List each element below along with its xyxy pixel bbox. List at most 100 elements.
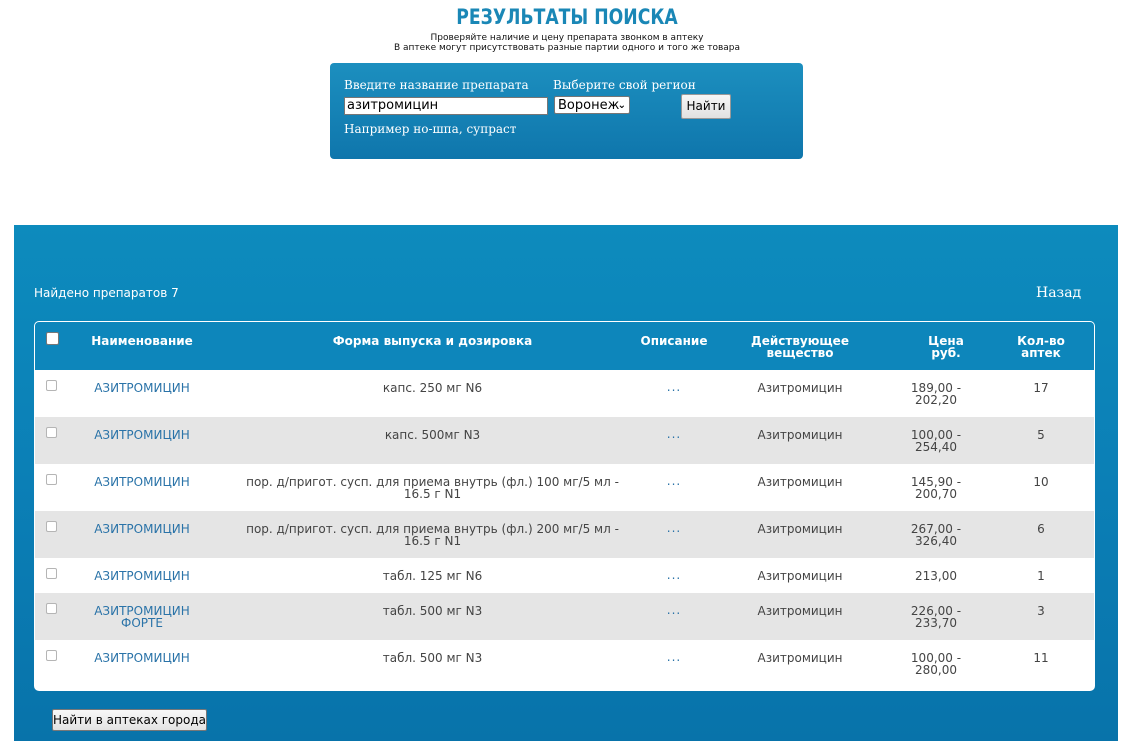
column-substance: Действующее вещество (735, 335, 865, 359)
table-row: АЗИТРОМИЦИН ФОРТЕ табл. 500 мг N3 ... Аз… (35, 593, 1094, 640)
column-form: Форма выпуска и дозировка (332, 334, 533, 348)
drug-name-link[interactable]: АЗИТРОМИЦИН (79, 652, 205, 664)
pharmacy-count: 6 (1037, 522, 1045, 536)
active-substance: Азитромицин (757, 381, 843, 395)
table-row: АЗИТРОМИЦИН капс. 500мг N3 ... Азитромиц… (35, 417, 1094, 464)
description-link[interactable]: ... (633, 428, 715, 440)
row-checkbox[interactable] (46, 603, 57, 614)
description-link[interactable]: ... (633, 569, 715, 581)
release-form-line2: 16.5 г N1 (403, 487, 462, 501)
page-title: РЕЗУЛЬТАТЫ ПОИСКА (456, 5, 678, 29)
description-link[interactable]: ... (633, 381, 715, 393)
release-form: табл. 500 мг N3 (225, 605, 640, 617)
price-max: 200,70 (915, 487, 957, 501)
table-row: АЗИТРОМИЦИН табл. 125 мг N6 ... Азитроми… (35, 558, 1094, 593)
row-checkbox[interactable] (46, 380, 57, 391)
release-form-line1: капс. 250 мг N6 (382, 381, 483, 395)
region-select[interactable]: Воронеж ⌄ (554, 96, 630, 114)
price-max: 326,40 (915, 534, 957, 548)
column-substance-line2: вещество (766, 346, 834, 360)
active-substance: Азитромицин (757, 475, 843, 489)
table-row: АЗИТРОМИЦИН пор. д/пригот. сусп. для при… (35, 511, 1094, 558)
price-max: 233,70 (915, 616, 957, 630)
drug-name: АЗИТРОМИЦИН (94, 475, 190, 489)
price-range: 189,00 - 202,20 (893, 382, 979, 406)
select-all-checkbox[interactable] (46, 332, 59, 345)
active-substance: Азитромицин (757, 569, 843, 583)
release-form-line1: табл. 500 мг N3 (382, 651, 483, 665)
release-form-line1: табл. 125 мг N6 (382, 569, 483, 583)
pharmacy-count: 1 (1037, 569, 1045, 583)
description-link[interactable]: ... (633, 604, 715, 616)
table-row: АЗИТРОМИЦИН пор. д/пригот. сусп. для при… (35, 464, 1094, 511)
pharmacy-count: 17 (1033, 381, 1049, 395)
found-count: Найдено препаратов 7 (34, 286, 179, 300)
column-pharmacy-count: Кол-во аптек (1005, 335, 1077, 359)
release-form: пор. д/пригот. сусп. для приема внутрь (… (225, 476, 640, 500)
region-select-value: Воронеж (558, 98, 620, 113)
drug-name: АЗИТРОМИЦИН (94, 522, 190, 536)
drug-name-link[interactable]: АЗИТРОМИЦИН (79, 523, 205, 535)
drug-name-link[interactable]: АЗИТРОМИЦИН (79, 429, 205, 441)
drug-name: АЗИТРОМИЦИН (94, 381, 190, 395)
row-checkbox[interactable] (46, 650, 57, 661)
price-max: 202,20 (915, 393, 957, 407)
pharmacy-count: 5 (1037, 428, 1045, 442)
drug-name-link[interactable]: АЗИТРОМИЦИН ФОРТЕ (79, 605, 205, 629)
table-header: Наименование Форма выпуска и дозировка О… (35, 322, 1094, 370)
release-form-line1: капс. 500мг N3 (384, 428, 481, 442)
release-form: пор. д/пригот. сусп. для приема внутрь (… (225, 523, 640, 547)
results-section: Найдено препаратов 7 Назад Наименование … (14, 225, 1118, 741)
price-min: 213,00 (915, 569, 957, 583)
results-table: Наименование Форма выпуска и дозировка О… (34, 321, 1095, 691)
drug-name-link[interactable]: АЗИТРОМИЦИН (79, 570, 205, 582)
price-range: 145,90 - 200,70 (893, 476, 979, 500)
drug-name: АЗИТРОМИЦИН (94, 428, 190, 442)
search-panel: Введите название препарата Выберите свой… (330, 63, 803, 159)
release-form-line2: 16.5 г N1 (403, 534, 462, 548)
pharmacy-count: 11 (1033, 651, 1049, 665)
row-checkbox[interactable] (46, 427, 57, 438)
search-button[interactable]: Найти (681, 94, 731, 119)
row-checkbox[interactable] (46, 474, 57, 485)
row-checkbox[interactable] (46, 521, 57, 532)
table-row: АЗИТРОМИЦИН табл. 500 мг N3 ... Азитроми… (35, 640, 1094, 690)
table-body: АЗИТРОМИЦИН капс. 250 мг N6 ... Азитроми… (35, 370, 1094, 690)
price-range: 213,00 (893, 570, 979, 582)
page: РЕЗУЛЬТАТЫ ПОИСКА Проверяйте наличие и ц… (0, 0, 1134, 741)
drug-name: АЗИТРОМИЦИН (94, 651, 190, 665)
release-form: капс. 500мг N3 (225, 429, 640, 441)
region-label: Выберите свой регион (553, 78, 696, 92)
description-link[interactable]: ... (633, 475, 715, 487)
column-name: Наименование (91, 334, 193, 348)
pharmacy-count: 3 (1037, 604, 1045, 618)
drug-name: АЗИТРОМИЦИН (94, 569, 190, 583)
back-link[interactable]: Назад (1036, 285, 1081, 301)
release-form: капс. 250 мг N6 (225, 382, 640, 394)
price-range: 226,00 - 233,70 (893, 605, 979, 629)
row-checkbox[interactable] (46, 568, 57, 579)
drug-name-link[interactable]: АЗИТРОМИЦИН (79, 476, 205, 488)
chevron-down-icon: ⌄ (617, 100, 626, 111)
release-form: табл. 500 мг N3 (225, 652, 640, 664)
column-count-line2: аптек (1021, 346, 1061, 360)
description-link[interactable]: ... (633, 522, 715, 534)
price-range: 100,00 - 254,40 (893, 429, 979, 453)
active-substance: Азитромицин (757, 428, 843, 442)
price-range: 267,00 - 326,40 (893, 523, 979, 547)
price-max: 254,40 (915, 440, 957, 454)
active-substance: Азитромицин (757, 651, 843, 665)
drug-name-link[interactable]: АЗИТРОМИЦИН (79, 382, 205, 394)
drug-name-suffix: ФОРТЕ (121, 616, 163, 630)
pharmacy-count: 10 (1033, 475, 1049, 489)
subtitle-batches: В аптеке могут присутствовать разные пар… (393, 43, 741, 53)
column-price: Цена руб. (903, 335, 989, 359)
active-substance: Азитромицин (757, 522, 843, 536)
description-link[interactable]: ... (633, 651, 715, 663)
table-row: АЗИТРОМИЦИН капс. 250 мг N6 ... Азитроми… (35, 370, 1094, 417)
drug-search-input[interactable]: азитромицин (344, 97, 548, 115)
find-in-city-pharmacies-button[interactable]: Найти в аптеках города (52, 709, 207, 731)
price-range: 100,00 - 280,00 (893, 652, 979, 676)
column-description: Описание (640, 334, 708, 348)
price-max: 280,00 (915, 663, 957, 677)
